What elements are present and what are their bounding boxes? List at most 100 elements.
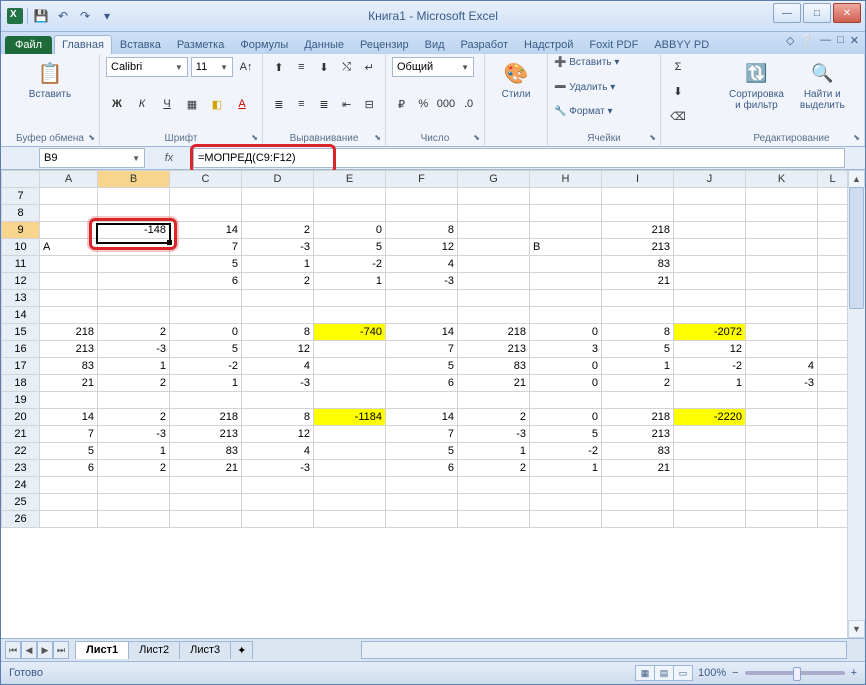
cell-I14[interactable] — [602, 307, 674, 324]
cell-L15[interactable] — [818, 324, 848, 341]
col-header-L[interactable]: L — [818, 171, 848, 188]
cell-I15[interactable]: 8 — [602, 324, 674, 341]
cell-A17[interactable]: 83 — [40, 358, 98, 375]
cell-B21[interactable]: -3 — [98, 426, 170, 443]
cell-J26[interactable] — [674, 511, 746, 528]
cell-H26[interactable] — [530, 511, 602, 528]
cell-D14[interactable] — [242, 307, 314, 324]
cell-E7[interactable] — [314, 188, 386, 205]
cell-I13[interactable] — [602, 290, 674, 307]
cell-K18[interactable]: -3 — [746, 375, 818, 392]
cell-K13[interactable] — [746, 290, 818, 307]
zoom-out-button[interactable]: − — [732, 667, 738, 679]
cell-F25[interactable] — [386, 494, 458, 511]
cell-D23[interactable]: -3 — [242, 460, 314, 477]
cell-E21[interactable] — [314, 426, 386, 443]
cell-C23[interactable]: 21 — [170, 460, 242, 477]
cell-F12[interactable]: -3 — [386, 273, 458, 290]
comma-icon[interactable]: 000 — [436, 94, 456, 114]
cell-J12[interactable] — [674, 273, 746, 290]
cell-L18[interactable] — [818, 375, 848, 392]
cell-H16[interactable]: 3 — [530, 341, 602, 358]
cell-A9[interactable] — [40, 222, 98, 239]
cell-D17[interactable]: 4 — [242, 358, 314, 375]
cell-F24[interactable] — [386, 477, 458, 494]
cell-A22[interactable]: 5 — [40, 443, 98, 460]
cell-I11[interactable]: 83 — [602, 256, 674, 273]
ribbon-tab-8[interactable]: Надстрой — [516, 35, 581, 54]
cell-I7[interactable] — [602, 188, 674, 205]
percent-icon[interactable]: % — [414, 94, 433, 114]
cell-F18[interactable]: 6 — [386, 375, 458, 392]
cell-B16[interactable]: -3 — [98, 341, 170, 358]
cell-C10[interactable]: 7 — [170, 239, 242, 256]
cell-K7[interactable] — [746, 188, 818, 205]
cell-D22[interactable]: 4 — [242, 443, 314, 460]
ribbon-tab-9[interactable]: Foxit PDF — [581, 35, 646, 54]
paste-button[interactable]: 📋 Вставить — [7, 57, 93, 102]
cell-C21[interactable]: 213 — [170, 426, 242, 443]
zoom-level[interactable]: 100% — [698, 667, 726, 679]
cell-L13[interactable] — [818, 290, 848, 307]
cell-L9[interactable] — [818, 222, 848, 239]
ribbon-tab-5[interactable]: Рецензир — [352, 35, 417, 54]
cell-E17[interactable] — [314, 358, 386, 375]
cell-E25[interactable] — [314, 494, 386, 511]
cell-A18[interactable]: 21 — [40, 375, 98, 392]
cell-D18[interactable]: -3 — [242, 375, 314, 392]
cell-D24[interactable] — [242, 477, 314, 494]
col-header-E[interactable]: E — [314, 171, 386, 188]
cell-F22[interactable]: 5 — [386, 443, 458, 460]
cell-H7[interactable] — [530, 188, 602, 205]
cell-B10[interactable] — [98, 239, 170, 256]
cell-E19[interactable] — [314, 392, 386, 409]
row-header-22[interactable]: 22 — [2, 443, 40, 460]
cell-B12[interactable] — [98, 273, 170, 290]
cell-D15[interactable]: 8 — [242, 324, 314, 341]
minimize-ribbon-icon[interactable]: ◇ — [786, 34, 794, 47]
cell-I17[interactable]: 1 — [602, 358, 674, 375]
cell-I21[interactable]: 213 — [602, 426, 674, 443]
grow-font-icon[interactable]: A↑ — [236, 57, 256, 77]
worksheet-area[interactable]: ABCDEFGHIJKL789-1481420821810A7-3512B213… — [1, 170, 865, 638]
merge-icon[interactable]: ⊟ — [359, 94, 379, 114]
cell-I19[interactable] — [602, 392, 674, 409]
cell-J17[interactable]: -2 — [674, 358, 746, 375]
cell-L10[interactable] — [818, 239, 848, 256]
cell-G10[interactable] — [458, 239, 530, 256]
fill-color-button[interactable]: ◧ — [206, 94, 228, 114]
cell-L23[interactable] — [818, 460, 848, 477]
autosum-icon[interactable]: Σ — [667, 57, 689, 77]
cell-K10[interactable] — [746, 239, 818, 256]
row-header-26[interactable]: 26 — [2, 511, 40, 528]
cell-A21[interactable]: 7 — [40, 426, 98, 443]
cell-G7[interactable] — [458, 188, 530, 205]
col-header-H[interactable]: H — [530, 171, 602, 188]
ribbon-tab-0[interactable]: Главная — [54, 35, 112, 54]
cell-A19[interactable] — [40, 392, 98, 409]
cell-G15[interactable]: 218 — [458, 324, 530, 341]
cell-C20[interactable]: 218 — [170, 409, 242, 426]
view-layout-icon[interactable]: ▤ — [654, 665, 674, 681]
cell-L19[interactable] — [818, 392, 848, 409]
cell-G8[interactable] — [458, 205, 530, 222]
cell-G21[interactable]: -3 — [458, 426, 530, 443]
col-header-A[interactable]: A — [40, 171, 98, 188]
cell-F16[interactable]: 7 — [386, 341, 458, 358]
cell-E11[interactable]: -2 — [314, 256, 386, 273]
ribbon-tab-6[interactable]: Вид — [417, 35, 453, 54]
indent-dec-icon[interactable]: ⇤ — [337, 94, 357, 114]
cell-H20[interactable]: 0 — [530, 409, 602, 426]
cell-A13[interactable] — [40, 290, 98, 307]
help-icon[interactable]: ❔ — [800, 34, 814, 47]
cell-B17[interactable]: 1 — [98, 358, 170, 375]
align-middle-icon[interactable]: ≡ — [292, 57, 312, 77]
ribbon-tab-3[interactable]: Формулы — [232, 35, 296, 54]
cell-K21[interactable] — [746, 426, 818, 443]
cell-I12[interactable]: 21 — [602, 273, 674, 290]
cell-C25[interactable] — [170, 494, 242, 511]
sheet-tab-Лист1[interactable]: Лист1 — [75, 641, 129, 659]
cell-E14[interactable] — [314, 307, 386, 324]
cell-J7[interactable] — [674, 188, 746, 205]
cell-J25[interactable] — [674, 494, 746, 511]
